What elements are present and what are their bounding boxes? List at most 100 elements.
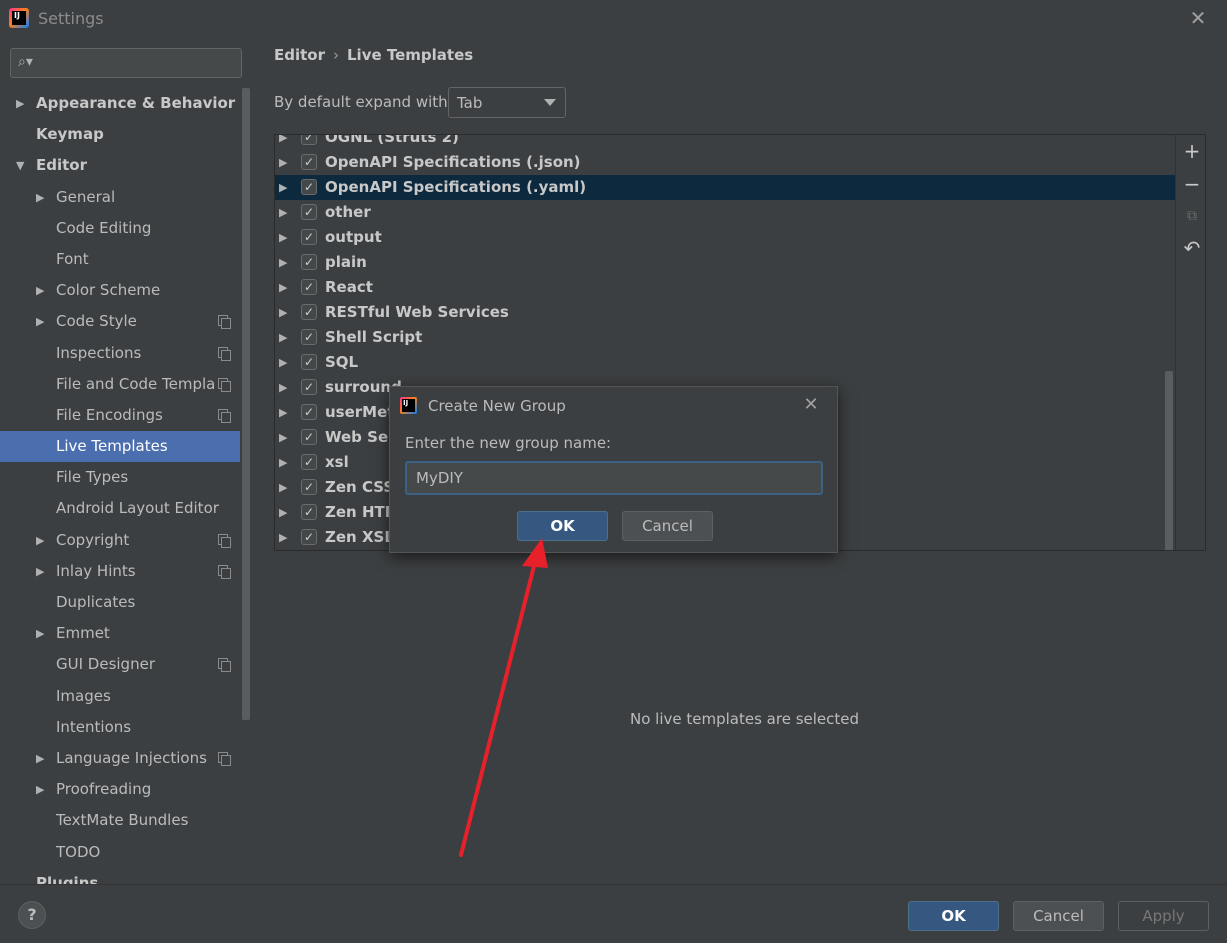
- template-group-checkbox[interactable]: ✓: [301, 179, 317, 195]
- template-group-row[interactable]: ▶ ✓ React: [275, 275, 1175, 300]
- sidebar-item-proofreading[interactable]: ▶ Proofreading: [0, 774, 240, 805]
- collapsed-arrow-icon[interactable]: ▶: [279, 425, 287, 450]
- template-group-row[interactable]: ▶ ✓ RESTful Web Services: [275, 300, 1175, 325]
- template-group-checkbox[interactable]: ✓: [301, 135, 317, 145]
- collapsed-arrow-icon[interactable]: ▶: [16, 88, 28, 119]
- sidebar-item-duplicates[interactable]: Duplicates: [0, 587, 240, 618]
- collapsed-arrow-icon[interactable]: ▶: [36, 556, 48, 587]
- sidebar-item-textmate-bundles[interactable]: TextMate Bundles: [0, 805, 240, 836]
- template-group-row[interactable]: ▶ ✓ other: [275, 200, 1175, 225]
- sidebar-scrollbar[interactable]: [242, 88, 250, 720]
- template-group-checkbox[interactable]: ✓: [301, 404, 317, 420]
- template-group-checkbox[interactable]: ✓: [301, 529, 317, 545]
- template-group-checkbox[interactable]: ✓: [301, 154, 317, 170]
- sidebar-item-keymap[interactable]: Keymap: [0, 119, 240, 150]
- apply-button[interactable]: Apply: [1118, 901, 1209, 931]
- collapsed-arrow-icon[interactable]: ▶: [279, 350, 287, 375]
- sidebar-item-label: Color Scheme: [56, 281, 161, 300]
- expanded-arrow-icon[interactable]: ▼: [16, 150, 28, 181]
- template-group-checkbox[interactable]: ✓: [301, 329, 317, 345]
- sidebar-item-appearance-behavior[interactable]: ▶ Appearance & Behavior: [0, 88, 240, 119]
- template-group-checkbox[interactable]: ✓: [301, 454, 317, 470]
- sidebar-item-file-and-code-templa[interactable]: File and Code Templa: [0, 369, 240, 400]
- collapsed-arrow-icon[interactable]: ▶: [279, 300, 287, 325]
- collapsed-arrow-icon[interactable]: ▶: [36, 743, 48, 774]
- expand-with-select[interactable]: Tab: [448, 87, 566, 118]
- collapsed-arrow-icon[interactable]: ▶: [36, 618, 48, 649]
- breadcrumb-parent[interactable]: Editor: [274, 46, 325, 64]
- template-group-checkbox[interactable]: ✓: [301, 504, 317, 520]
- sidebar-item-editor[interactable]: ▼ Editor: [0, 150, 240, 181]
- collapsed-arrow-icon[interactable]: ▶: [279, 500, 287, 525]
- collapsed-arrow-icon[interactable]: ▶: [279, 475, 287, 500]
- template-group-checkbox[interactable]: ✓: [301, 479, 317, 495]
- sidebar-item-code-editing[interactable]: Code Editing: [0, 213, 240, 244]
- template-group-checkbox[interactable]: ✓: [301, 354, 317, 370]
- sidebar-item-gui-designer[interactable]: GUI Designer: [0, 649, 240, 680]
- sidebar-item-copyright[interactable]: ▶ Copyright: [0, 525, 240, 556]
- collapsed-arrow-icon[interactable]: ▶: [279, 250, 287, 275]
- template-group-checkbox[interactable]: ✓: [301, 379, 317, 395]
- collapsed-arrow-icon[interactable]: ▶: [279, 525, 287, 550]
- collapsed-arrow-icon[interactable]: ▶: [279, 200, 287, 225]
- ok-button[interactable]: OK: [908, 901, 999, 931]
- collapsed-arrow-icon[interactable]: ▶: [36, 774, 48, 805]
- sidebar-item-plugins[interactable]: Plugins: [0, 868, 240, 884]
- sidebar-item-font[interactable]: Font: [0, 244, 240, 275]
- template-group-checkbox[interactable]: ✓: [301, 254, 317, 270]
- sidebar-item-live-templates[interactable]: Live Templates: [0, 431, 240, 463]
- cancel-button[interactable]: Cancel: [1013, 901, 1104, 931]
- template-group-checkbox[interactable]: ✓: [301, 229, 317, 245]
- help-button[interactable]: ?: [18, 901, 46, 929]
- template-group-row[interactable]: ▶ ✓ OpenAPI Specifications (.yaml): [275, 175, 1175, 200]
- template-group-row[interactable]: ▶ ✓ OGNL (Struts 2): [275, 135, 1175, 150]
- sidebar-item-file-encodings[interactable]: File Encodings: [0, 400, 240, 431]
- sidebar-item-language-injections[interactable]: ▶ Language Injections: [0, 743, 240, 774]
- sidebar-item-todo[interactable]: TODO: [0, 837, 240, 868]
- template-group-checkbox[interactable]: ✓: [301, 304, 317, 320]
- sidebar-item-color-scheme[interactable]: ▶ Color Scheme: [0, 275, 240, 306]
- collapsed-arrow-icon[interactable]: ▶: [279, 400, 287, 425]
- window-close-icon[interactable]: ✕: [1186, 6, 1210, 30]
- collapsed-arrow-icon[interactable]: ▶: [279, 275, 287, 300]
- collapsed-arrow-icon[interactable]: ▶: [279, 225, 287, 250]
- group-name-input[interactable]: [405, 461, 823, 495]
- collapsed-arrow-icon[interactable]: ▶: [279, 325, 287, 350]
- template-group-row[interactable]: ▶ ✓ Shell Script: [275, 325, 1175, 350]
- collapsed-arrow-icon[interactable]: ▶: [279, 150, 287, 175]
- collapsed-arrow-icon[interactable]: ▶: [36, 182, 48, 213]
- collapsed-arrow-icon[interactable]: ▶: [279, 135, 287, 150]
- sidebar-item-general[interactable]: ▶ General: [0, 182, 240, 213]
- sidebar-item-code-style[interactable]: ▶ Code Style: [0, 306, 240, 337]
- list-scrollbar[interactable]: [1165, 371, 1173, 550]
- sidebar-item-android-layout-editor[interactable]: Android Layout Editor: [0, 493, 240, 524]
- template-group-checkbox[interactable]: ✓: [301, 204, 317, 220]
- dialog-close-icon[interactable]: ✕: [800, 394, 822, 416]
- sidebar-item-intentions[interactable]: Intentions: [0, 712, 240, 743]
- dialog-ok-button[interactable]: OK: [517, 511, 608, 541]
- collapsed-arrow-icon[interactable]: ▶: [36, 525, 48, 556]
- sidebar-item-label: Inlay Hints: [56, 561, 136, 580]
- remove-icon[interactable]: −: [1180, 172, 1204, 196]
- settings-search-input[interactable]: ⌕▾: [10, 48, 242, 78]
- collapsed-arrow-icon[interactable]: ▶: [279, 175, 287, 200]
- template-group-row[interactable]: ▶ ✓ output: [275, 225, 1175, 250]
- sidebar-item-inspections[interactable]: Inspections: [0, 338, 240, 369]
- template-group-row[interactable]: ▶ ✓ SQL: [275, 350, 1175, 375]
- collapsed-arrow-icon[interactable]: ▶: [279, 375, 287, 400]
- sidebar-item-file-types[interactable]: File Types: [0, 462, 240, 493]
- dialog-cancel-button[interactable]: Cancel: [622, 511, 713, 541]
- copy-icon[interactable]: ⧉: [1180, 204, 1204, 228]
- template-group-row[interactable]: ▶ ✓ OpenAPI Specifications (.json): [275, 150, 1175, 175]
- template-group-checkbox[interactable]: ✓: [301, 279, 317, 295]
- collapsed-arrow-icon[interactable]: ▶: [36, 306, 48, 337]
- revert-icon[interactable]: ↶: [1180, 236, 1204, 260]
- collapsed-arrow-icon[interactable]: ▶: [36, 275, 48, 306]
- sidebar-item-images[interactable]: Images: [0, 681, 240, 712]
- collapsed-arrow-icon[interactable]: ▶: [279, 450, 287, 475]
- sidebar-item-inlay-hints[interactable]: ▶ Inlay Hints: [0, 556, 240, 587]
- sidebar-item-emmet[interactable]: ▶ Emmet: [0, 618, 240, 649]
- template-group-row[interactable]: ▶ ✓ plain: [275, 250, 1175, 275]
- add-icon[interactable]: +: [1180, 139, 1204, 163]
- template-group-checkbox[interactable]: ✓: [301, 429, 317, 445]
